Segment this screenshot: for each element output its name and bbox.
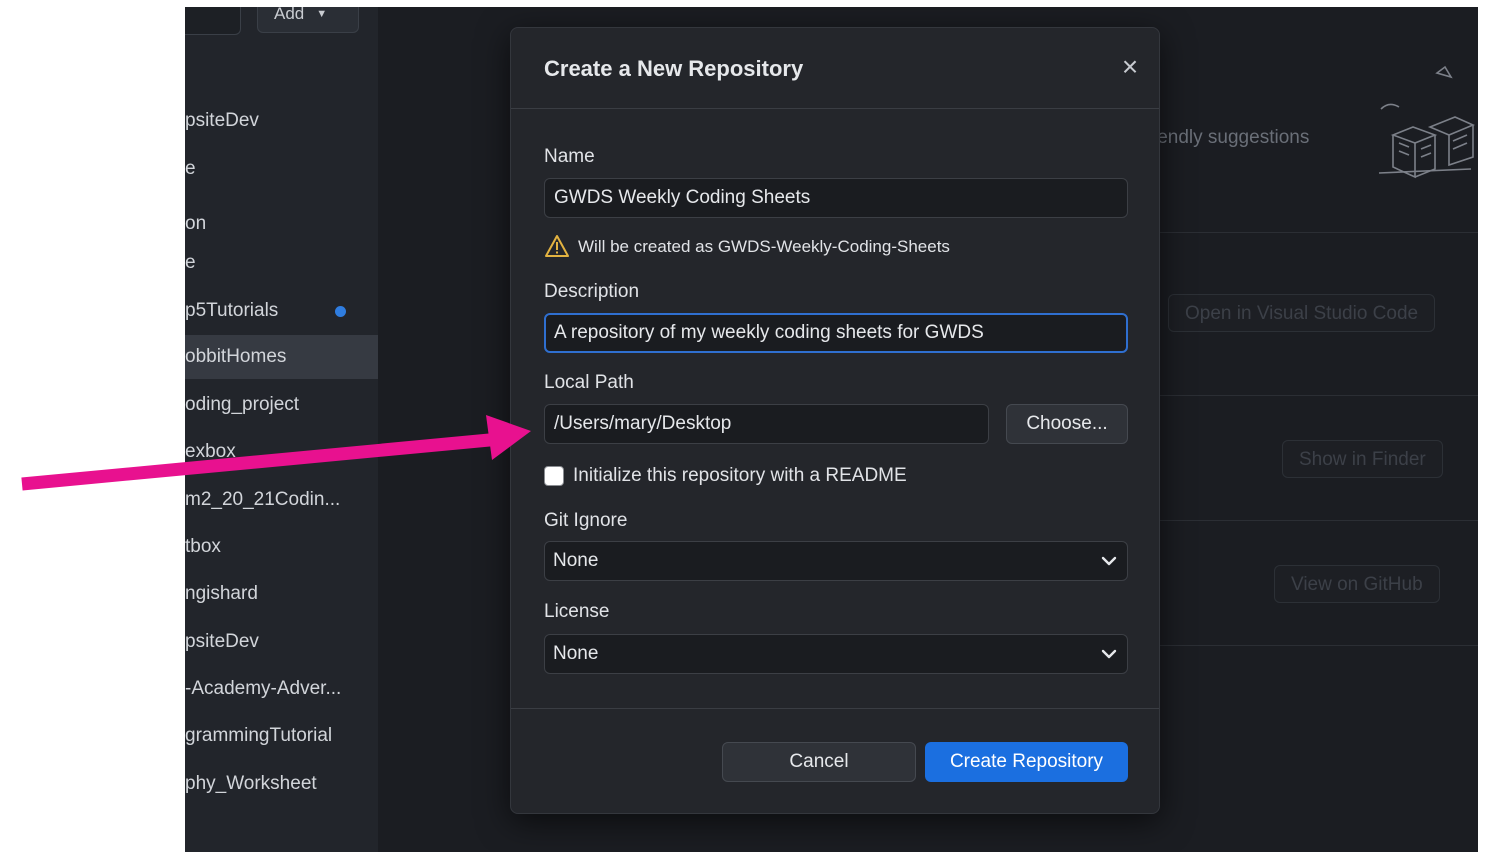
repo-item[interactable]: psiteDev [185, 620, 378, 664]
repo-item[interactable]: p5Tutorials [185, 289, 378, 333]
local-path-input[interactable]: /Users/mary/Desktop [544, 404, 989, 444]
choose-path-button[interactable]: Choose... [1006, 404, 1128, 444]
repo-item-label: psiteDev [185, 110, 259, 131]
repo-item-label: oding_project [185, 394, 300, 415]
repo-item-label: psiteDev [185, 631, 259, 652]
create-repository-dialog: Create a New Repository × Name GWDS Week… [510, 27, 1160, 814]
repo-item[interactable]: phy_Worksheet [185, 762, 378, 806]
git-ignore-value: None [553, 550, 599, 571]
repo-item-label: m2_20_21Codin... [185, 489, 341, 510]
changes-dot-icon [335, 306, 346, 317]
cancel-button[interactable]: Cancel [722, 742, 916, 782]
repo-item-selected[interactable]: obbitHomes [185, 335, 378, 379]
readme-checkbox[interactable] [544, 466, 564, 486]
caret-down-icon: ▼ [316, 8, 328, 20]
repo-item-label: grammingTutorial [185, 725, 333, 746]
boxes-illustration-icon [1378, 65, 1475, 179]
chevron-down-icon [1101, 556, 1117, 566]
repo-item[interactable]: ngishard [185, 572, 378, 616]
repo-item-label: obbitHomes [185, 346, 287, 367]
close-icon[interactable]: × [1115, 52, 1145, 82]
license-select[interactable]: None [544, 634, 1128, 674]
repo-item-label: phy_Worksheet [185, 773, 317, 794]
repo-item[interactable]: -Academy-Adver... [185, 667, 378, 711]
divider [1160, 395, 1478, 396]
warning-icon [545, 235, 569, 257]
repo-item-label: -Academy-Adver... [185, 678, 342, 699]
repo-item-label: e [185, 158, 196, 179]
divider [1160, 232, 1478, 233]
create-repository-button[interactable]: Create Repository [925, 742, 1128, 782]
repo-item[interactable]: oding_project [185, 383, 378, 427]
repo-item-label: tbox [185, 536, 221, 557]
repo-item[interactable]: e [185, 241, 378, 285]
repo-item[interactable]: exbox [185, 430, 378, 474]
license-label: License [544, 601, 610, 622]
repo-item-label: p5Tutorials [185, 300, 279, 321]
add-dropdown-button[interactable]: Add ▼ [257, 7, 359, 33]
add-label: Add [274, 7, 305, 23]
dialog-footer: Cancel Create Repository [511, 708, 1159, 813]
repo-item[interactable]: grammingTutorial [185, 714, 378, 758]
repo-item[interactable]: m2_20_21Codin... [185, 478, 378, 522]
repository-sidebar: Add ▼ psiteDev e on e p5Tutorials obbitHo… [185, 7, 378, 852]
repo-item[interactable]: tbox [185, 525, 378, 569]
warning-text: Will be created as GWDS-Weekly-Coding-Sh… [578, 237, 950, 256]
repo-item-label: e [185, 252, 196, 273]
repo-item[interactable]: psiteDev [185, 99, 378, 143]
divider [1160, 645, 1478, 646]
chevron-down-icon [1101, 649, 1117, 659]
git-ignore-select[interactable]: None [544, 541, 1128, 581]
filter-input[interactable] [185, 7, 241, 35]
github-desktop-window: Add ▼ psiteDev e on e p5Tutorials obbitHo… [185, 7, 1478, 852]
dialog-header: Create a New Repository × [511, 28, 1159, 109]
description-label: Description [544, 281, 640, 302]
repo-item-label: ngishard [185, 583, 258, 604]
repo-item[interactable]: e [185, 147, 378, 191]
description-input[interactable]: A repository of my weekly coding sheets … [544, 313, 1128, 353]
view-on-github-button[interactable]: View on GitHub [1274, 565, 1440, 603]
license-value: None [553, 643, 599, 664]
open-vscode-button[interactable]: Open in Visual Studio Code [1168, 294, 1436, 332]
show-in-finder-button[interactable]: Show in Finder [1282, 440, 1443, 478]
name-input[interactable]: GWDS Weekly Coding Sheets [544, 178, 1128, 218]
suggestions-heading: iendly suggestions [1153, 127, 1310, 148]
readme-label: Initialize this repository with a README [573, 465, 907, 486]
repo-item[interactable]: on [185, 202, 378, 246]
dialog-title: Create a New Repository [544, 56, 804, 81]
local-path-label: Local Path [544, 372, 634, 393]
divider [1160, 520, 1478, 521]
repo-item-label: exbox [185, 441, 236, 462]
name-label: Name [544, 146, 595, 167]
repo-item-label: on [185, 213, 207, 234]
git-ignore-label: Git Ignore [544, 510, 628, 531]
